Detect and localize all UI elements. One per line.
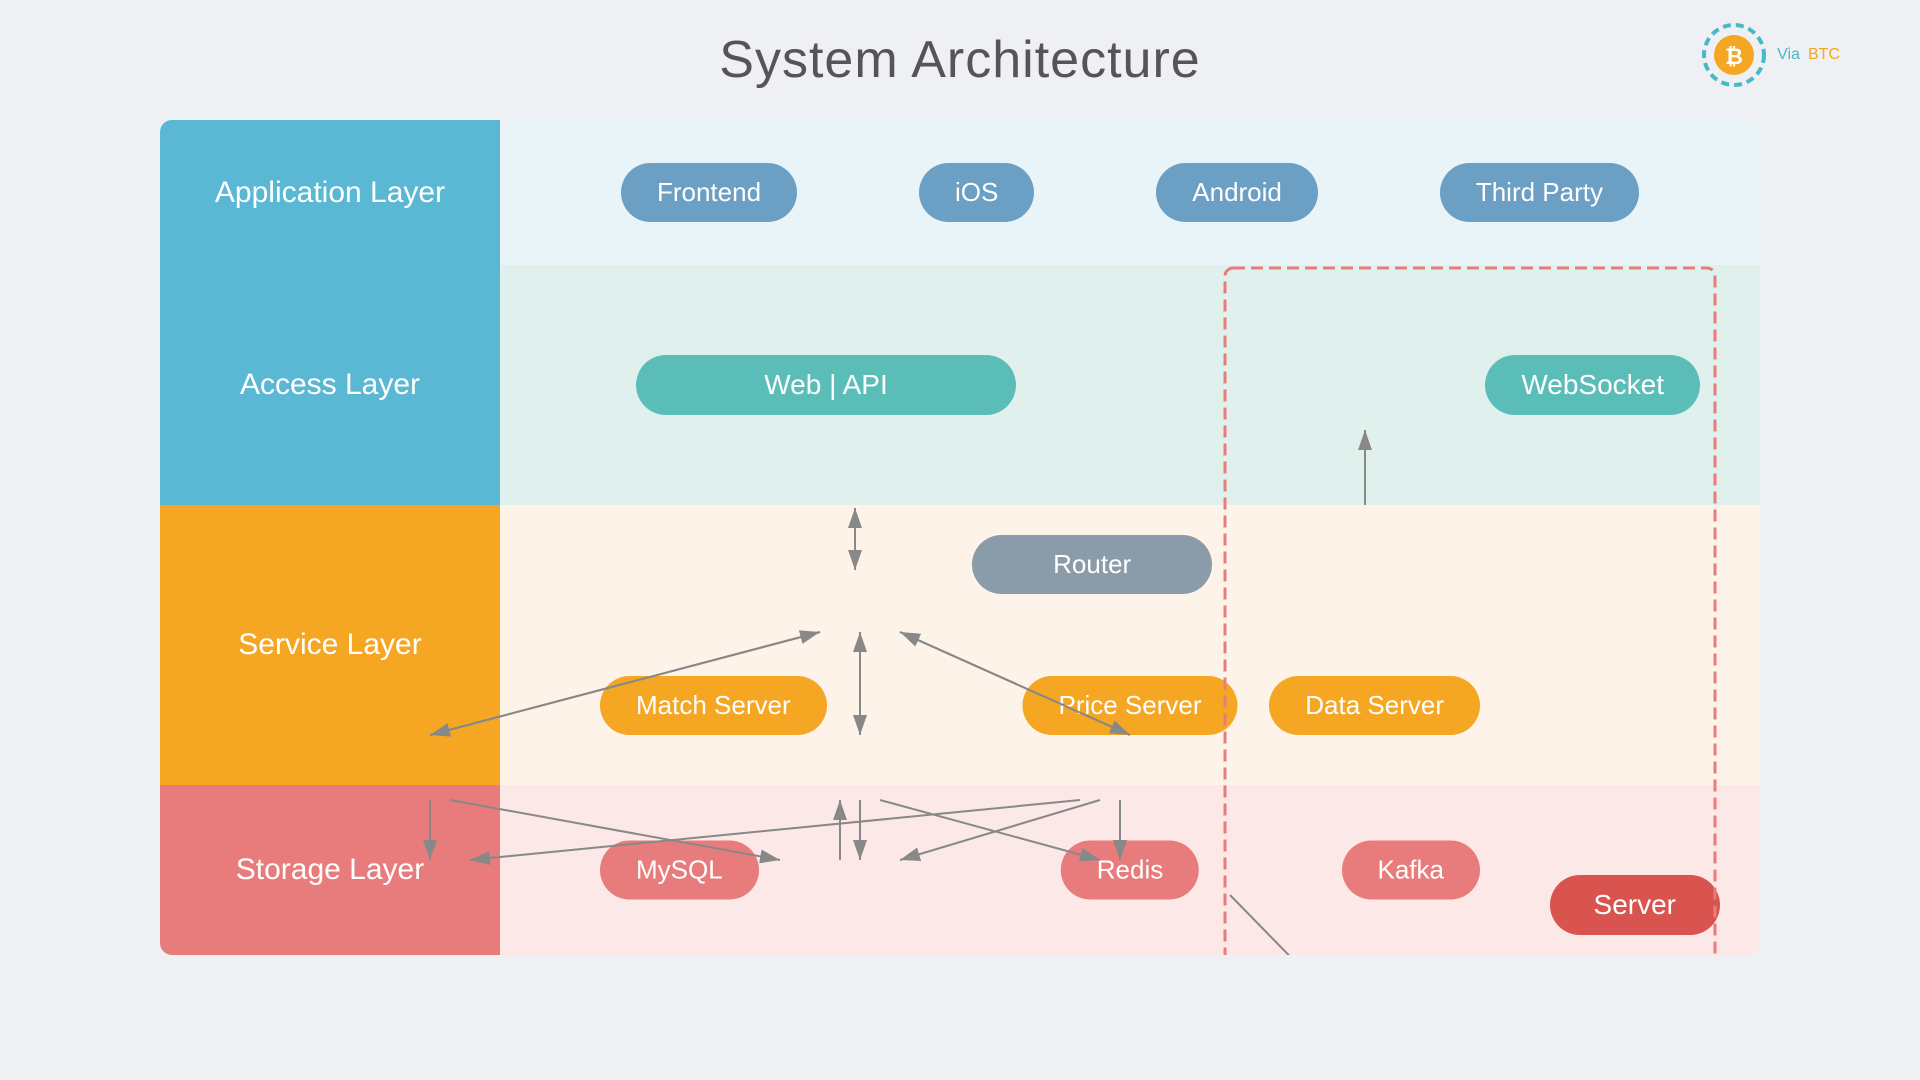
price-server-pill: Price Server (1022, 676, 1237, 735)
server-button-container: Server (1550, 875, 1720, 935)
frontend-pill: Frontend (621, 163, 797, 222)
header: System Architecture ₿ Via BTC (0, 0, 1920, 110)
access-layer-row: Access Layer Web | API WebSocket (160, 265, 1760, 505)
android-pill: Android (1156, 163, 1318, 222)
svg-text:₿: ₿ (1725, 44, 1743, 69)
server-pill: Server (1550, 875, 1720, 935)
service-layer-content: Router Match Server Price Server Data Se… (500, 505, 1760, 785)
application-layer-content: Frontend iOS Android Third Party (500, 120, 1760, 265)
service-layer-row: Service Layer Router Match Server Price … (160, 505, 1760, 785)
mysql-pill: MySQL (600, 841, 759, 900)
service-layer-label: Service Layer (160, 505, 500, 785)
websocket-pill: WebSocket (1485, 355, 1700, 415)
web-api-pill: Web | API (636, 355, 1016, 415)
logo: ₿ Via BTC (1699, 20, 1840, 90)
access-layer-content: Web | API WebSocket (500, 265, 1760, 505)
logo-btc-text: BTC (1808, 46, 1840, 64)
storage-layer-label: Storage Layer (160, 785, 500, 955)
kafka-pill: Kafka (1342, 841, 1481, 900)
third-party-pill: Third Party (1440, 163, 1639, 222)
storage-layer-row: Storage Layer MySQL Redis Kafka (160, 785, 1760, 955)
data-server-pill: Data Server (1269, 676, 1480, 735)
router-pill: Router (972, 535, 1212, 594)
match-server-pill: Match Server (600, 676, 827, 735)
application-layer-row: Application Layer Frontend iOS Android T… (160, 120, 1760, 265)
logo-via-text: Via (1777, 46, 1800, 64)
bitcoin-logo-icon: ₿ (1699, 20, 1769, 90)
ios-pill: iOS (919, 163, 1034, 222)
redis-pill: Redis (1061, 841, 1199, 900)
application-layer-label: Application Layer (160, 120, 500, 265)
page-title: System Architecture (719, 30, 1200, 90)
access-layer-label: Access Layer (160, 265, 500, 505)
page: System Architecture ₿ Via BTC Application… (0, 0, 1920, 1080)
architecture-diagram: Application Layer Frontend iOS Android T… (160, 120, 1760, 955)
